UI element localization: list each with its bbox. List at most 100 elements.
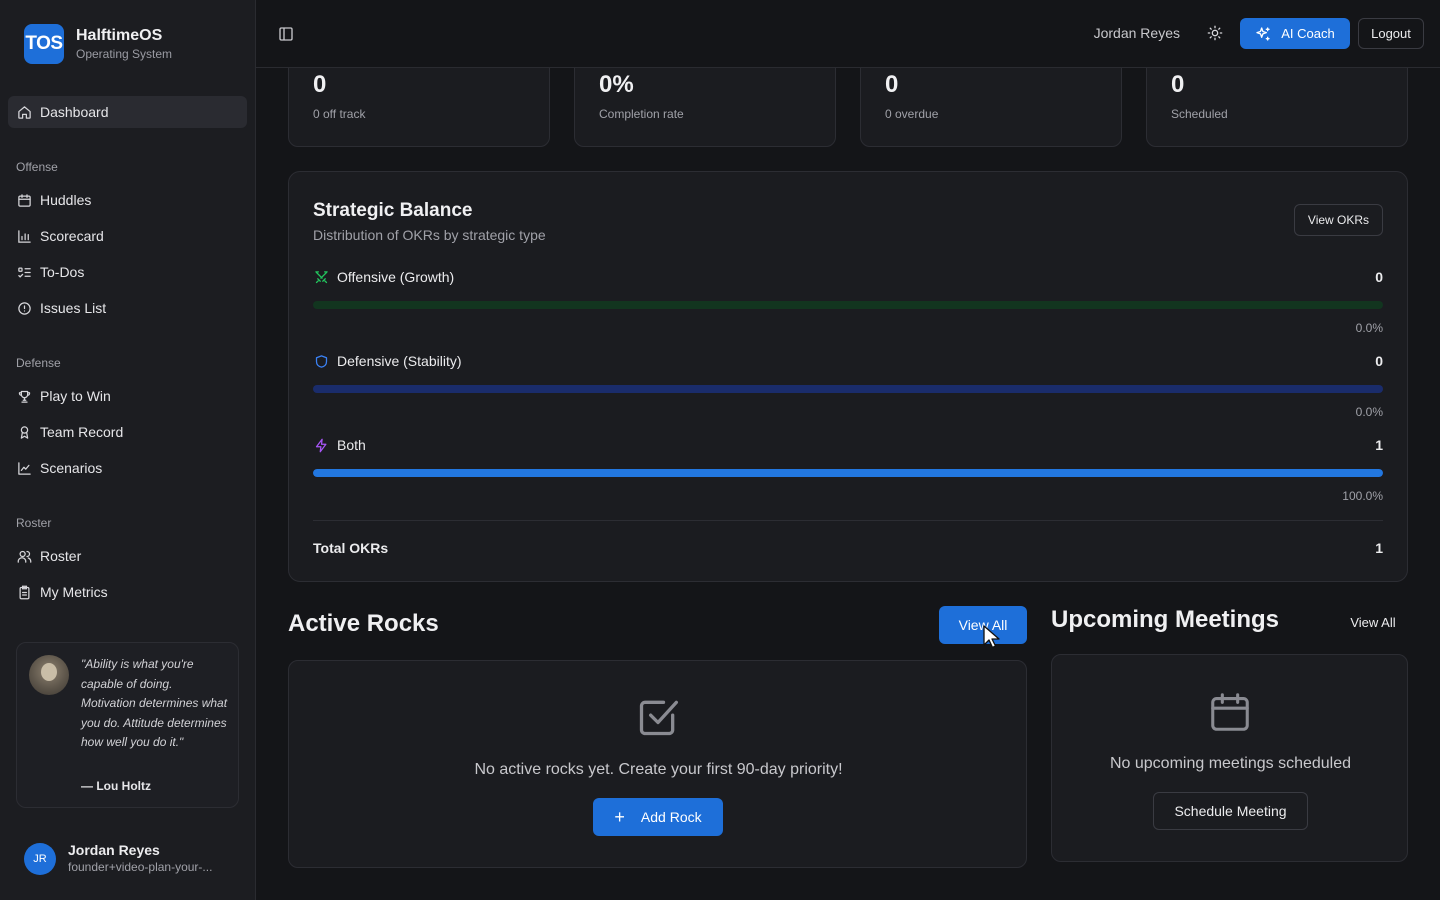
calendar-icon — [1207, 689, 1253, 738]
add-rock-button[interactable]: + Add Rock — [593, 798, 723, 836]
quote-text: "Ability is what you're capable of doing… — [81, 657, 228, 749]
sidebar-item-play-to-win[interactable]: Play to Win — [8, 380, 247, 412]
ai-coach-label: AI Coach — [1281, 26, 1335, 41]
sidebar-item-label: Team Record — [40, 424, 124, 440]
balance-row-label: Defensive (Stability) — [337, 353, 462, 369]
brand-subtitle: Operating System — [76, 47, 173, 61]
stat-value: 0 — [885, 71, 899, 98]
panel-left-icon — [279, 27, 293, 41]
sidebar-item-label: Issues List — [40, 300, 107, 316]
active-rocks-title: Active Rocks — [288, 610, 439, 637]
upcoming-meetings-title: Upcoming Meetings — [1051, 606, 1280, 633]
plus-icon: + — [614, 807, 625, 827]
balance-row-offensive: Offensive (Growth) — [313, 269, 454, 285]
line-chart-icon — [16, 460, 32, 476]
users-icon — [16, 548, 32, 564]
home-icon — [16, 104, 32, 120]
brand[interactable]: TOS HalftimeOS Operating System — [24, 24, 172, 64]
brand-logo: TOS — [24, 24, 64, 64]
balance-row-label: Offensive (Growth) — [337, 269, 455, 285]
sun-icon — [1207, 25, 1223, 41]
balance-row-count: 1 — [1375, 437, 1383, 453]
stat-value: 0 — [1171, 71, 1185, 98]
stat-label: Scheduled — [1171, 107, 1228, 121]
balance-bar-both — [313, 469, 1383, 477]
sidebar-item-todos[interactable]: To-Dos — [8, 256, 247, 288]
add-rock-label: Add Rock — [640, 809, 702, 825]
alert-circle-icon — [16, 300, 32, 316]
sidebar-item-team-record[interactable]: Team Record — [8, 416, 247, 448]
view-okrs-button[interactable]: View OKRs — [1294, 204, 1383, 236]
balance-bar-defensive — [313, 385, 1383, 393]
stat-value: 0% — [599, 71, 634, 98]
shield-icon — [313, 353, 329, 369]
avatar: JR — [24, 843, 56, 875]
trophy-icon — [16, 388, 32, 404]
sidebar-item-roster[interactable]: Roster — [8, 540, 247, 572]
sidebar-item-label: Roster — [40, 548, 82, 564]
sidebar-item-issues[interactable]: Issues List — [8, 292, 247, 324]
active-rocks-card: No active rocks yet. Create your first 9… — [288, 660, 1027, 868]
sidebar-item-label: Play to Win — [40, 388, 111, 404]
nav-section-roster: Roster — [16, 516, 52, 530]
award-icon — [16, 424, 32, 440]
list-todo-icon — [16, 264, 32, 280]
sidebar-toggle-button[interactable] — [276, 24, 296, 44]
user-email: founder+video-plan-your-... — [68, 860, 213, 874]
balance-row-label: Both — [337, 437, 366, 453]
stat-label: 0 overdue — [885, 107, 939, 121]
upcoming-meetings-card: No upcoming meetings scheduled Schedule … — [1051, 654, 1408, 862]
sidebar-item-label: Dashboard — [40, 104, 109, 120]
balance-row-percent: 100.0% — [1342, 489, 1383, 503]
balance-row-count: 0 — [1375, 269, 1383, 285]
theme-toggle-button[interactable] — [1206, 24, 1224, 42]
calendar-icon — [16, 192, 32, 208]
sidebar-item-my-metrics[interactable]: My Metrics — [8, 576, 247, 608]
nav-section-defense: Defense — [16, 356, 61, 370]
strategic-balance-title: Strategic Balance — [313, 200, 473, 221]
brand-text: HalftimeOS Operating System — [76, 26, 172, 62]
balance-bar-offensive — [313, 301, 1383, 309]
meetings-view-all-button[interactable]: View All — [1338, 608, 1408, 636]
zap-icon — [313, 437, 329, 453]
sidebar: TOS HalftimeOS Operating System Dashboar… — [0, 0, 256, 900]
rocks-view-all-button[interactable]: View All — [939, 606, 1027, 644]
user-profile[interactable]: JR Jordan Reyes founder+video-plan-your-… — [24, 842, 212, 876]
sidebar-item-label: My Metrics — [40, 584, 108, 600]
balance-row-count: 0 — [1375, 353, 1383, 369]
balance-row-percent: 0.0% — [1355, 321, 1383, 335]
sidebar-item-label: To-Dos — [40, 264, 85, 280]
sidebar-item-label: Scenarios — [40, 460, 103, 476]
bar-chart-icon — [16, 228, 32, 244]
user-name: Jordan Reyes — [68, 842, 160, 858]
sparkles-icon — [1256, 26, 1270, 41]
total-okrs-value: 1 — [1375, 540, 1383, 556]
stat-label: Completion rate — [599, 107, 684, 121]
stat-value: 0 — [313, 71, 327, 98]
balance-row-percent: 0.0% — [1355, 405, 1383, 419]
user-info: Jordan Reyes founder+video-plan-your-... — [68, 842, 212, 876]
strategic-balance-subtitle: Distribution of OKRs by strategic type — [313, 227, 546, 243]
balance-row-both: Both — [313, 437, 366, 453]
header-user-name: Jordan Reyes — [1093, 25, 1180, 41]
sidebar-item-huddles[interactable]: Huddles — [8, 184, 247, 216]
total-okrs-label: Total OKRs — [313, 540, 389, 556]
sidebar-item-label: Scorecard — [40, 228, 104, 244]
schedule-meeting-button[interactable]: Schedule Meeting — [1153, 792, 1308, 830]
sidebar-item-dashboard[interactable]: Dashboard — [8, 96, 247, 128]
rocks-empty-text: No active rocks yet. Create your first 9… — [474, 761, 843, 778]
nav-section-offense: Offense — [16, 160, 58, 174]
sidebar-item-scorecard[interactable]: Scorecard — [8, 220, 247, 252]
brand-name: HalftimeOS — [76, 27, 163, 44]
quote-card: "Ability is what you're capable of doing… — [16, 642, 239, 808]
logout-button[interactable]: Logout — [1358, 18, 1424, 49]
sidebar-item-label: Huddles — [40, 192, 92, 208]
check-square-icon — [636, 695, 680, 742]
balance-row-defensive: Defensive (Stability) — [313, 353, 462, 369]
divider — [313, 520, 1383, 521]
balance-bar-fill — [313, 469, 1383, 477]
ai-coach-button[interactable]: AI Coach — [1240, 18, 1350, 49]
top-header: Jordan Reyes AI Coach Logout — [256, 0, 1440, 68]
stat-label: 0 off track — [313, 107, 366, 121]
sidebar-item-scenarios[interactable]: Scenarios — [8, 452, 247, 484]
